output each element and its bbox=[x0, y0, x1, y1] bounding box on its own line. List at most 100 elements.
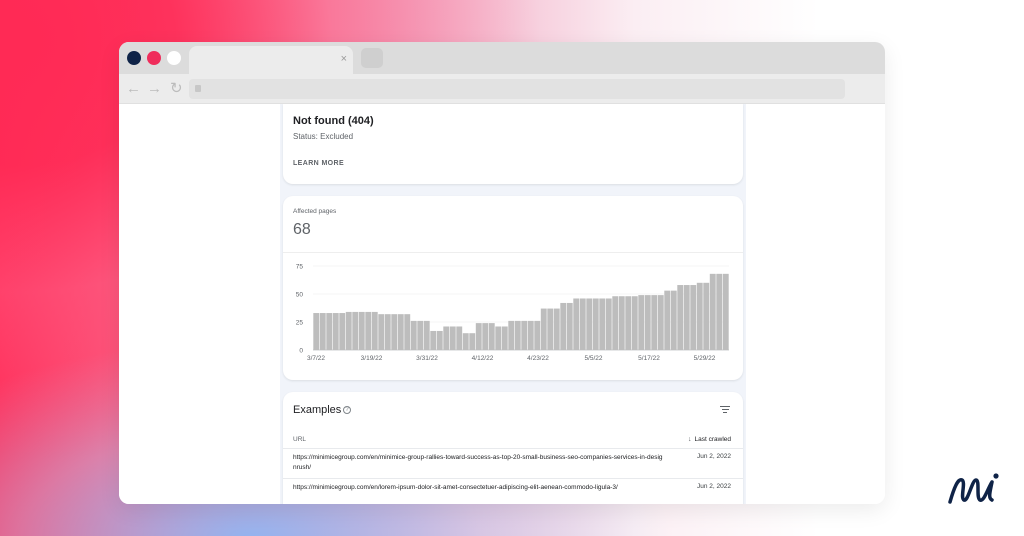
browser-tab[interactable]: × bbox=[189, 46, 353, 74]
chart-bar bbox=[540, 308, 547, 350]
chart-bar bbox=[313, 313, 320, 350]
column-header-last-crawled[interactable]: ↓ Last crawled bbox=[688, 436, 731, 443]
chart-bar bbox=[482, 323, 489, 350]
address-bar[interactable] bbox=[189, 79, 845, 99]
chart-bar bbox=[371, 311, 378, 350]
chart-bar bbox=[319, 313, 326, 350]
chart-bar bbox=[384, 314, 391, 350]
browser-window: × ← → ↻ Not found (404) Status: Excluded… bbox=[119, 42, 885, 504]
chart-bar bbox=[352, 311, 359, 350]
issue-status: Status: Excluded bbox=[293, 132, 354, 141]
chart-bar bbox=[339, 313, 346, 350]
chart-bar bbox=[618, 296, 625, 350]
example-date: Jun 2, 2022 bbox=[697, 453, 731, 460]
chart-bar bbox=[631, 296, 638, 350]
y-tick-label: 75 bbox=[296, 264, 304, 271]
chart-bar bbox=[345, 311, 352, 350]
divider bbox=[283, 448, 743, 449]
tab-bar: × bbox=[119, 42, 885, 74]
chart-bar bbox=[332, 313, 339, 350]
help-icon[interactable]: ? bbox=[343, 406, 351, 414]
chart-bar bbox=[612, 296, 619, 350]
learn-more-link[interactable]: LEARN MORE bbox=[293, 160, 344, 167]
filter-icon[interactable] bbox=[720, 406, 730, 414]
chart-bar bbox=[449, 326, 456, 350]
example-url[interactable]: https://minimicegroup.com/en/lorem-ipsum… bbox=[293, 483, 663, 493]
chart-bar bbox=[664, 290, 671, 350]
chart-bar bbox=[358, 311, 365, 350]
chart-bar bbox=[670, 290, 677, 350]
x-tick-label: 4/12/22 bbox=[472, 355, 494, 362]
chart-bar bbox=[521, 320, 528, 350]
forward-arrow-icon[interactable]: → bbox=[147, 81, 162, 97]
chart-bar bbox=[391, 314, 398, 350]
chart-bar bbox=[599, 298, 606, 350]
chart-bar bbox=[638, 295, 645, 350]
chart-bar bbox=[586, 298, 593, 350]
chart-bar bbox=[436, 330, 443, 350]
chart-bar bbox=[469, 333, 476, 350]
chart-bar bbox=[644, 295, 651, 350]
x-tick-label: 3/7/22 bbox=[307, 355, 325, 362]
page-viewport: Not found (404) Status: Excluded LEARN M… bbox=[119, 104, 885, 504]
y-tick-label: 0 bbox=[299, 348, 303, 355]
chart-bar bbox=[696, 282, 703, 350]
chart-bar bbox=[683, 285, 690, 350]
chart-bar bbox=[527, 320, 534, 350]
chart-bar bbox=[651, 295, 658, 350]
example-date: Jun 2, 2022 bbox=[697, 483, 731, 490]
window-close-dot[interactable] bbox=[127, 51, 141, 65]
affected-pages-chart: 0 25 50 75 3/7/22 3/19/22 3/31/22 4/12/22 4/23/2… bbox=[296, 264, 729, 362]
window-minimize-dot[interactable] bbox=[147, 51, 161, 65]
x-tick-label: 5/17/22 bbox=[638, 355, 660, 362]
reload-icon[interactable]: ↻ bbox=[170, 81, 183, 97]
sort-arrow-icon: ↓ bbox=[688, 436, 692, 443]
chart-bar bbox=[508, 320, 515, 350]
browser-toolbar: ← → ↻ bbox=[119, 74, 885, 104]
y-tick-label: 50 bbox=[296, 292, 304, 299]
chart-bar bbox=[404, 314, 411, 350]
new-tab-button[interactable] bbox=[361, 48, 383, 68]
x-tick-label: 3/31/22 bbox=[416, 355, 438, 362]
chart-bar bbox=[443, 326, 450, 350]
chart-bar bbox=[410, 320, 417, 350]
tab-close-icon[interactable]: × bbox=[341, 52, 347, 66]
chart-bar bbox=[703, 282, 710, 350]
chart-bar bbox=[560, 302, 567, 350]
content-column: Not found (404) Status: Excluded LEARN M… bbox=[280, 104, 746, 504]
chart-bar bbox=[365, 311, 372, 350]
chart-bar bbox=[566, 302, 573, 350]
chart-bar bbox=[534, 320, 541, 350]
lock-icon bbox=[195, 85, 201, 92]
chart-bar bbox=[475, 323, 482, 350]
chart-bar bbox=[501, 326, 508, 350]
x-tick-label: 5/5/22 bbox=[584, 355, 602, 362]
x-tick-label: 5/29/22 bbox=[694, 355, 716, 362]
x-tick-label: 4/23/22 bbox=[527, 355, 549, 362]
issue-title: Not found (404) bbox=[293, 115, 374, 127]
chart-bar bbox=[378, 314, 385, 350]
chart-bar bbox=[722, 273, 729, 350]
chart-bar bbox=[592, 298, 599, 350]
chart-bar bbox=[677, 285, 684, 350]
chart-bar bbox=[397, 314, 404, 350]
y-tick-label: 25 bbox=[296, 320, 304, 327]
back-arrow-icon[interactable]: ← bbox=[126, 81, 141, 97]
last-crawled-label: Last crawled bbox=[694, 436, 732, 443]
chart-bar bbox=[462, 333, 469, 350]
chart-bar bbox=[553, 308, 560, 350]
chart-bar bbox=[417, 320, 424, 350]
brand-logo bbox=[948, 473, 999, 504]
examples-card: Examples ? URL ↓ Last crawled https://min… bbox=[283, 392, 743, 504]
chart-bar bbox=[605, 298, 612, 350]
chart-bar bbox=[514, 320, 521, 350]
chart-bar bbox=[456, 326, 463, 350]
window-maximize-dot[interactable] bbox=[167, 51, 181, 65]
example-url[interactable]: https://minimicegroup.com/en/minimice-gr… bbox=[293, 453, 663, 473]
chart-bar bbox=[495, 326, 502, 350]
examples-title: Examples bbox=[293, 404, 342, 416]
chart-bar bbox=[625, 296, 632, 350]
chart-bar bbox=[716, 273, 723, 350]
chart-bar bbox=[547, 308, 554, 350]
column-header-url: URL bbox=[293, 436, 307, 443]
